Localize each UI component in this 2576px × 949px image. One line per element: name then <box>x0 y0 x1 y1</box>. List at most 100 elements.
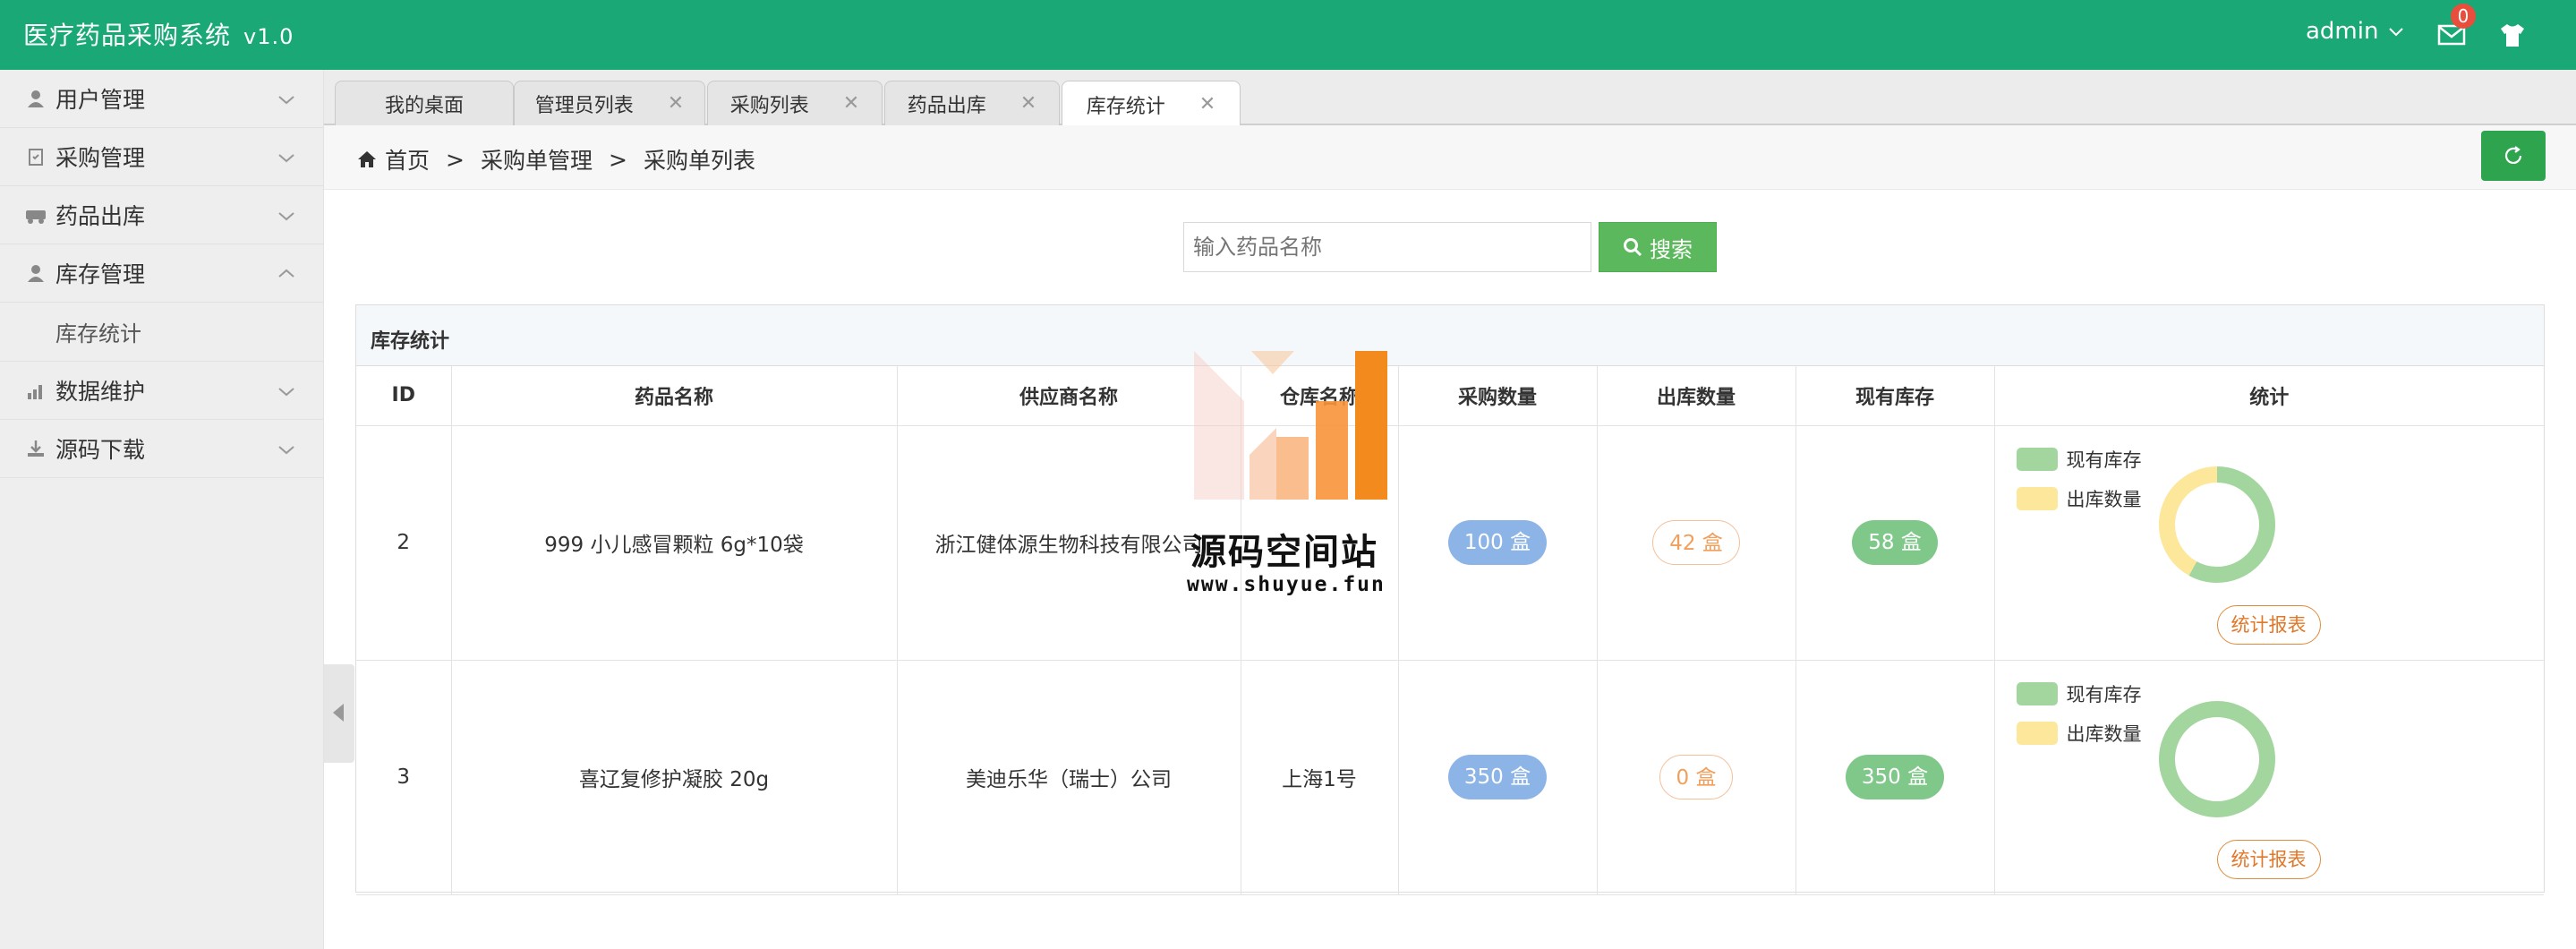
tab-inventory-stats[interactable]: 库存统计 ✕ <box>1062 81 1241 127</box>
chevron-down-icon <box>278 96 294 105</box>
tab-bar: 我的桌面 管理员列表 ✕ 采购列表 ✕ 药品出库 ✕ 库存统计 ✕ <box>324 70 2576 127</box>
table-row: 2 999 小儿感冒颗粒 6g*10袋 浙江健体源生物科技有限公司 100 盒 … <box>356 425 2544 661</box>
truck-icon <box>25 204 47 226</box>
sidebar-collapse-toggle[interactable] <box>324 664 354 763</box>
home-icon <box>358 151 376 167</box>
legend-item-outbound[interactable]: 出库数量 <box>2016 720 2142 747</box>
download-icon <box>25 438 47 459</box>
sidebar-item-source-download[interactable]: 源码下载 <box>0 420 323 478</box>
tab-purchase-list[interactable]: 采购列表 ✕ <box>707 81 883 125</box>
cell-id: 2 <box>356 425 452 661</box>
purchased-badge: 350 盒 <box>1447 755 1548 799</box>
outbound-badge: 0 盒 <box>1659 755 1734 799</box>
tab-label: 采购列表 <box>729 94 809 117</box>
search-button-label: 搜索 <box>1650 236 1693 262</box>
legend-label: 现有库存 <box>2066 449 2142 471</box>
cell-stats: 现有库存 出库数量 统计报表 <box>1994 660 2545 895</box>
cell-stock: 58 盒 <box>1796 425 1995 661</box>
chevron-down-icon <box>2389 28 2404 37</box>
breadcrumb-purchase-list: 采购单列表 <box>643 148 755 174</box>
column-header-drug-name: 药品名称 <box>451 366 898 426</box>
chart-legend: 现有库存 出库数量 <box>2016 446 2142 525</box>
breadcrumb-separator: > <box>446 146 465 173</box>
table-header-row: ID 药品名称 供应商名称 仓库名称 采购数量 出库数量 现有库存 统计 <box>356 366 2544 426</box>
refresh-icon <box>2504 146 2522 164</box>
app-logo[interactable]: 医疗药品采购系统 v1.0 <box>23 16 294 52</box>
user-menu[interactable]: admin <box>2306 18 2405 45</box>
search-button[interactable]: 搜索 <box>1599 222 1717 272</box>
cell-stock: 350 盒 <box>1796 660 1995 895</box>
sidebar-item-label: 源码下载 <box>55 437 146 463</box>
bar-chart-icon <box>25 380 47 401</box>
breadcrumb-bar: 首页 > 采购单管理 > 采购单列表 <box>324 125 2576 190</box>
breadcrumb-home[interactable]: 首页 <box>385 143 430 175</box>
cell-warehouse: 上海1号 <box>1241 660 1399 895</box>
donut-chart <box>2158 466 2275 583</box>
cell-outbound: 0 盒 <box>1597 660 1796 895</box>
legend-item-stock[interactable]: 现有库存 <box>2016 680 2142 707</box>
sidebar-item-drug-outbound[interactable]: 药品出库 <box>0 186 323 244</box>
legend-item-outbound[interactable]: 出库数量 <box>2016 485 2142 512</box>
tab-admin-list[interactable]: 管理员列表 ✕ <box>514 81 705 125</box>
tab-label: 管理员列表 <box>534 94 634 117</box>
close-icon[interactable]: ✕ <box>1199 93 1215 115</box>
close-icon[interactable]: ✕ <box>843 92 859 115</box>
close-icon[interactable]: ✕ <box>668 92 684 115</box>
sidebar-item-label: 数据维护 <box>55 379 146 405</box>
legend-swatch <box>2016 486 2058 510</box>
legend-item-stock[interactable]: 现有库存 <box>2016 446 2142 473</box>
donut-stock-slice <box>2158 700 2275 817</box>
tshirt-icon[interactable] <box>2497 20 2528 50</box>
column-header-supplier: 供应商名称 <box>897 366 1241 426</box>
user-icon <box>25 88 47 109</box>
stats-report-button[interactable]: 统计报表 <box>2216 604 2321 645</box>
sidebar-item-data-maintenance[interactable]: 数据维护 <box>0 362 323 420</box>
sidebar-item-purchase-management[interactable]: 采购管理 <box>0 128 323 186</box>
column-header-outbound: 出库数量 <box>1597 366 1796 426</box>
tab-label: 库存统计 <box>1086 95 1165 118</box>
chevron-down-icon <box>278 154 294 163</box>
tab-my-desk[interactable]: 我的桌面 <box>335 81 514 125</box>
user-icon <box>25 262 47 284</box>
sidebar-item-user-management[interactable]: 用户管理 <box>0 70 323 128</box>
sidebar-item-label: 用户管理 <box>55 87 146 113</box>
cell-purchased: 350 盒 <box>1398 660 1598 895</box>
cell-drug-name: 999 小儿感冒颗粒 6g*10袋 <box>451 425 898 661</box>
stock-badge: 58 盒 <box>1852 520 1938 565</box>
chevron-down-icon <box>278 388 294 397</box>
table-row: 3 喜辽复修护凝胶 20g 美迪乐华（瑞士）公司 上海1号 350 盒 0 盒 … <box>356 660 2545 895</box>
stats-widget: 现有库存 出库数量 统计报表 <box>1995 661 2545 894</box>
column-header-stats: 统计 <box>1994 366 2544 426</box>
sidebar-item-label: 采购管理 <box>55 145 146 171</box>
cell-drug-name: 喜辽复修护凝胶 20g <box>451 660 898 895</box>
chart-legend: 现有库存 出库数量 <box>2016 680 2142 759</box>
sidebar-item-inventory-management[interactable]: 库存管理 <box>0 244 323 303</box>
tab-label: 药品出库 <box>907 94 986 117</box>
sidebar-item-label: 库存管理 <box>55 261 146 287</box>
top-header: 医疗药品采购系统 v1.0 admin 0 <box>0 0 2576 70</box>
app-version: v1.0 <box>243 24 294 49</box>
stats-report-button[interactable]: 统计报表 <box>2216 839 2321 879</box>
search-input[interactable] <box>1183 222 1591 272</box>
inventory-table: ID 药品名称 供应商名称 仓库名称 采购数量 出库数量 现有库存 统计 2 9… <box>356 366 2544 895</box>
clipboard-icon <box>25 146 47 167</box>
cell-supplier: 美迪乐华（瑞士）公司 <box>897 660 1241 895</box>
breadcrumb-purchase-management[interactable]: 采购单管理 <box>481 143 593 175</box>
donut-chart <box>2158 700 2275 817</box>
legend-label: 出库数量 <box>2066 722 2142 745</box>
tab-drug-outbound[interactable]: 药品出库 ✕ <box>884 81 1060 125</box>
watermark-url: www.shuyue.fun <box>1187 573 1386 596</box>
purchased-badge: 100 盒 <box>1447 520 1548 565</box>
sidebar-subitem-inventory-stats[interactable]: 库存统计 <box>0 303 323 362</box>
column-header-stock: 现有库存 <box>1796 366 1995 426</box>
tab-label: 我的桌面 <box>384 94 464 117</box>
cell-supplier: 浙江健体源生物科技有限公司 <box>897 425 1241 661</box>
chevron-up-icon <box>278 269 294 278</box>
refresh-button[interactable] <box>2481 131 2546 181</box>
watermark-title: 源码空间站 <box>1190 532 1378 573</box>
cell-stats: 现有库存 出库数量 统计报表 <box>1994 425 2544 661</box>
panel-title: 库存统计 <box>356 305 2544 366</box>
close-icon[interactable]: ✕ <box>1020 92 1036 115</box>
breadcrumb: 首页 > 采购单管理 > 采购单列表 <box>356 143 755 175</box>
caret-left-icon <box>333 704 344 722</box>
